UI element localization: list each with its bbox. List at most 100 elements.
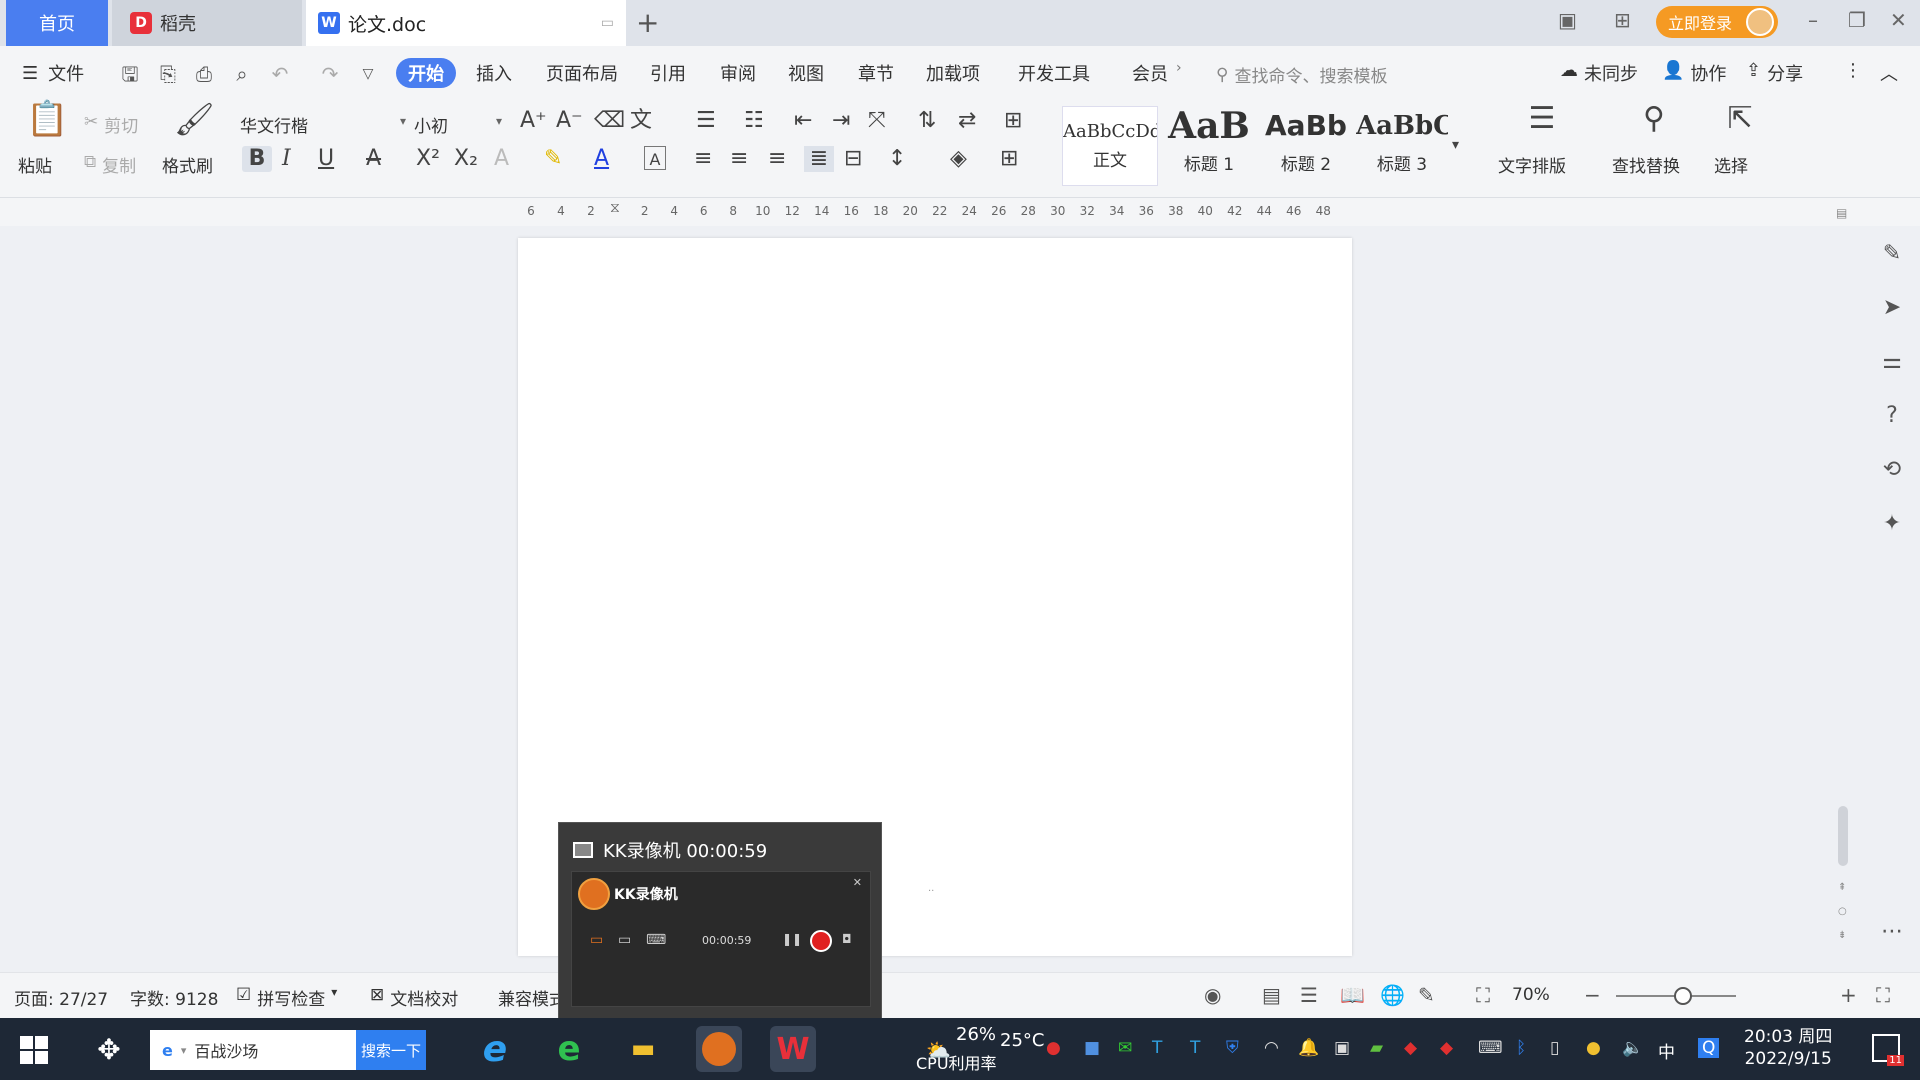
- page-indicator[interactable]: 页面: 27/27: [14, 985, 108, 1010]
- clock[interactable]: 20:03 周四 2022/9/15: [1744, 1026, 1832, 1070]
- outline-view-icon[interactable]: ☰: [1300, 983, 1318, 1007]
- wps-taskbar-icon[interactable]: W: [770, 1026, 816, 1072]
- menu-view[interactable]: 视图: [788, 60, 824, 86]
- share-button[interactable]: ⇪ 分享: [1746, 60, 1803, 86]
- ie-browser-icon[interactable]: e: [472, 1026, 518, 1072]
- indent-marker-icon[interactable]: ⧖: [610, 200, 620, 216]
- spellcheck-toggle[interactable]: ☑ 拼写检查 ▾: [236, 985, 337, 1010]
- select-button[interactable]: 选择: [1714, 152, 1748, 177]
- word-count[interactable]: 字数: 9128: [130, 985, 218, 1010]
- minimize-icon[interactable]: –: [1808, 8, 1818, 32]
- scroll-top-icon[interactable]: ▤: [1836, 206, 1847, 220]
- menu-developer[interactable]: 开发工具: [1018, 60, 1090, 86]
- bluetooth-icon[interactable]: ᛒ: [1516, 1038, 1526, 1058]
- fit-page-icon[interactable]: ⛶: [1476, 983, 1490, 1007]
- eye-protection-icon[interactable]: ◉: [1204, 983, 1221, 1007]
- command-search[interactable]: ⚲ 查找命令、搜索模板: [1216, 62, 1387, 88]
- more-menu-icon[interactable]: ⋮: [1844, 60, 1862, 81]
- bell-icon[interactable]: 🔔: [1298, 1038, 1319, 1058]
- kk-recorder-taskbar-icon[interactable]: [696, 1026, 742, 1072]
- superscript-icon[interactable]: X²: [416, 146, 440, 172]
- align-left-icon[interactable]: ≡: [694, 146, 712, 172]
- web-view-icon[interactable]: 🌐: [1380, 983, 1405, 1007]
- text-layout-button[interactable]: 文字排版: [1498, 152, 1566, 177]
- style-heading-1[interactable]: AaB 标题 1: [1164, 106, 1254, 186]
- bold-icon[interactable]: B: [242, 146, 272, 172]
- pinwheel-app-icon[interactable]: ✥: [86, 1026, 132, 1072]
- print-icon[interactable]: ⎙: [192, 62, 216, 86]
- print-preview-icon[interactable]: ⌕: [230, 62, 254, 86]
- volume-icon[interactable]: 🔈: [1622, 1038, 1643, 1058]
- bullet-list-icon[interactable]: ☰: [696, 108, 716, 134]
- file-explorer-icon[interactable]: ▬: [620, 1026, 666, 1072]
- undo-icon[interactable]: ↶: [268, 62, 292, 86]
- clear-format-icon[interactable]: ⌫: [594, 108, 625, 134]
- compass-icon[interactable]: ✦: [1878, 510, 1906, 538]
- font-size-dropdown-icon[interactable]: ▾: [496, 114, 502, 128]
- paste-button[interactable]: 粘贴: [18, 152, 52, 177]
- kk-recorder-preview[interactable]: KK录像机 00:00:59 KK录像机 ✕ ▭ ▭ ⌨ 00:00:59 ❚❚…: [558, 822, 882, 1020]
- prev-page-icon[interactable]: ⇞: [1838, 882, 1846, 893]
- wifi-icon[interactable]: ◠: [1264, 1038, 1279, 1058]
- sort-icon[interactable]: ⇅: [918, 108, 936, 134]
- subscript-icon[interactable]: X₂: [454, 146, 478, 172]
- write-mode-icon[interactable]: ✎: [1418, 983, 1435, 1007]
- tray-app-blue-icon[interactable]: ■: [1084, 1038, 1100, 1058]
- horizontal-ruler[interactable]: 6 4 2 ⧖ 2 4 6 8 10 12 14 16 18 20 22 24 …: [0, 198, 1920, 226]
- tray-app-qq-icon[interactable]: ◆: [1404, 1038, 1417, 1058]
- tab-stops-icon[interactable]: ⊞: [1004, 108, 1022, 134]
- security-shield-icon[interactable]: ⛨: [1226, 1038, 1239, 1058]
- char-border-icon[interactable]: A: [644, 146, 666, 170]
- fullscreen-icon[interactable]: ⛶: [1876, 983, 1890, 1007]
- distributed-align-icon[interactable]: ⊟: [844, 146, 862, 172]
- tab-document[interactable]: W 论文.doc ▭: [306, 0, 626, 46]
- menu-review[interactable]: 审阅: [720, 60, 756, 86]
- export-pdf-icon[interactable]: ⎘: [156, 62, 180, 86]
- apps-grid-icon[interactable]: ⊞: [1614, 8, 1631, 32]
- menu-more-chevron-icon[interactable]: ›: [1176, 60, 1182, 76]
- menu-references[interactable]: 引用: [650, 60, 686, 86]
- italic-icon[interactable]: I: [282, 146, 291, 172]
- layout-toggle-icon[interactable]: ▣: [1558, 8, 1577, 32]
- find-replace-button[interactable]: 查找替换: [1612, 152, 1680, 177]
- menu-start[interactable]: 开始: [396, 58, 456, 88]
- zoom-out-icon[interactable]: −: [1584, 983, 1601, 1007]
- decrease-indent-icon[interactable]: ⇤: [794, 108, 812, 134]
- pen-icon[interactable]: ✎: [1878, 240, 1906, 268]
- new-tab-button[interactable]: +: [636, 6, 659, 39]
- cursor-icon[interactable]: ➤: [1878, 294, 1906, 322]
- next-page-icon[interactable]: ⇟: [1838, 930, 1846, 941]
- styles-more-icon[interactable]: ▾: [1452, 132, 1459, 158]
- strikethrough-icon[interactable]: A: [366, 146, 381, 172]
- vertical-scrollbar[interactable]: ▤ ⇞ ○ ⇟: [1836, 206, 1850, 972]
- line-spacing-icon[interactable]: ↕: [888, 146, 906, 172]
- settings-sliders-icon[interactable]: ⚌: [1878, 348, 1906, 376]
- scroll-thumb[interactable]: [1838, 806, 1848, 866]
- style-heading-2[interactable]: AaBb 标题 2: [1260, 106, 1352, 186]
- menu-insert[interactable]: 插入: [476, 60, 512, 86]
- format-painter-icon[interactable]: 🖌: [174, 103, 215, 135]
- zoom-level[interactable]: 70%: [1512, 985, 1550, 1005]
- 360-browser-icon[interactable]: e: [546, 1026, 592, 1072]
- tray-app-yellow-icon[interactable]: ●: [1586, 1038, 1601, 1058]
- copy-button[interactable]: ⧉ 复制: [84, 152, 136, 177]
- tray-app-t-icon[interactable]: T: [1152, 1038, 1162, 1058]
- ime-indicator[interactable]: 中: [1658, 1038, 1675, 1063]
- shading-icon[interactable]: ◈: [950, 146, 967, 172]
- sync-status[interactable]: ☁ 未同步: [1560, 60, 1638, 86]
- chinese-layout-icon[interactable]: ⤧: [868, 108, 886, 134]
- cut-button[interactable]: ✂ 剪切: [84, 112, 138, 137]
- nvidia-icon[interactable]: ▰: [1370, 1038, 1383, 1058]
- quick-access-dropdown-icon[interactable]: ▽: [356, 62, 380, 86]
- usb-icon[interactable]: ▯: [1550, 1038, 1559, 1058]
- zoom-in-icon[interactable]: +: [1840, 983, 1857, 1007]
- show-marks-icon[interactable]: ⇄: [958, 108, 976, 134]
- wechat-icon[interactable]: ✉: [1118, 1038, 1132, 1058]
- login-button[interactable]: 立即登录: [1656, 6, 1778, 38]
- align-right-icon[interactable]: ≡: [768, 146, 786, 172]
- backup-icon[interactable]: ⟲: [1878, 456, 1906, 484]
- highlight-icon[interactable]: ✎: [544, 146, 562, 172]
- menu-addins[interactable]: 加载项: [926, 60, 980, 86]
- windows-start-icon[interactable]: [20, 1036, 48, 1064]
- increase-indent-icon[interactable]: ⇥: [832, 108, 850, 134]
